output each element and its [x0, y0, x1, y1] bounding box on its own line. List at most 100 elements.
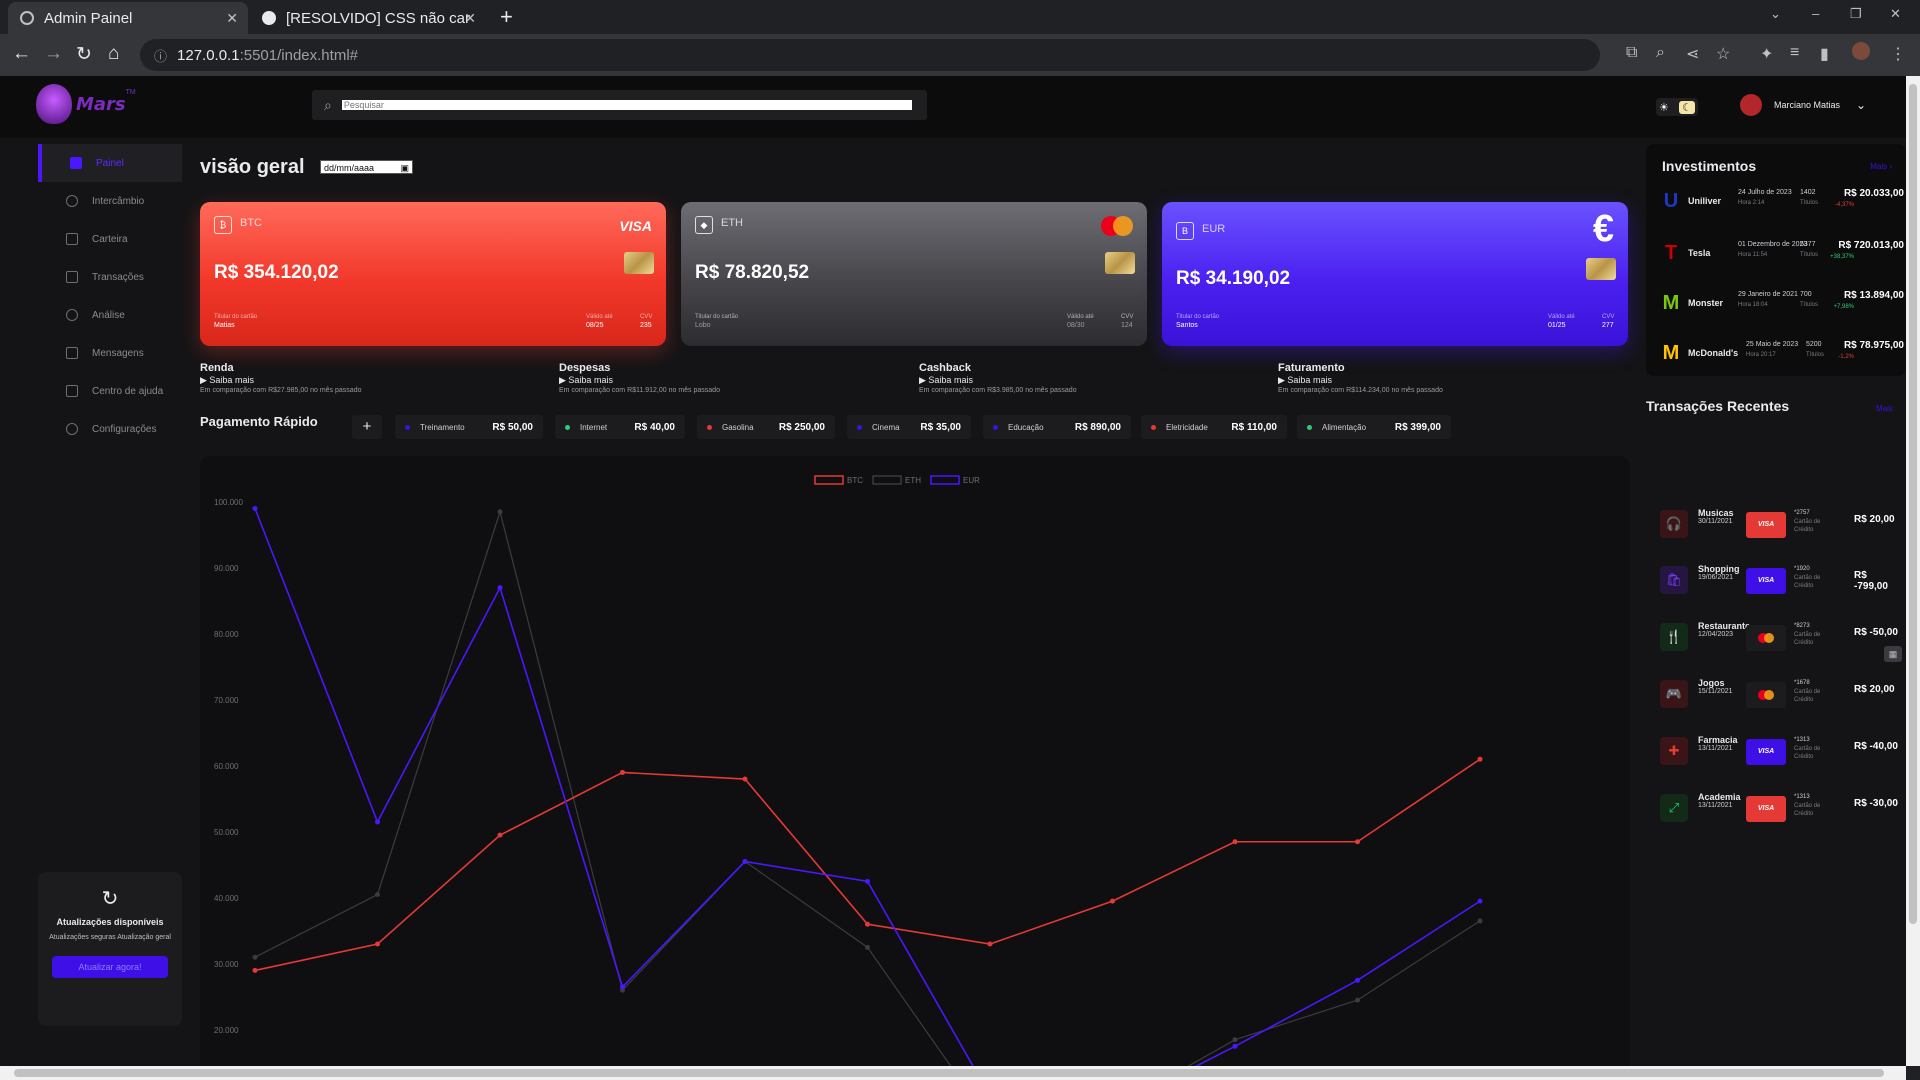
- transaction-row[interactable]: ⤢ Academia 13/11/2021 VISA *1313 Cartão de Cr…: [1656, 784, 1900, 830]
- sidebar-item-label: Configurações: [92, 423, 157, 435]
- home-icon[interactable]: ⌂: [108, 43, 119, 65]
- media-icon[interactable]: ≡: [1790, 44, 1799, 62]
- forward-icon[interactable]: →: [44, 43, 63, 65]
- investment-value: R$ 13.894,00: [1843, 290, 1904, 301]
- investment-date: 01 Dezembro de 2023: [1738, 241, 1808, 248]
- stat-title: Renda: [200, 362, 234, 374]
- transactions-more-link[interactable]: Mais: [1876, 404, 1893, 413]
- zoom-icon[interactable]: ⌕: [1656, 44, 1665, 62]
- scrollbar-thumb[interactable]: [14, 1069, 1884, 1077]
- investment-qty-label: Títulos: [1800, 302, 1819, 308]
- image-icon[interactable]: ▦: [1884, 646, 1902, 662]
- sidebar-item-mensagens[interactable]: Mensagens: [38, 334, 182, 372]
- quick-pay-item[interactable]: Cinema R$ 35,00: [847, 415, 971, 439]
- sidepanel-icon[interactable]: ▮: [1820, 44, 1829, 64]
- investment-qty-label: Títulos: [1806, 352, 1825, 358]
- data-point-eth: [375, 892, 380, 898]
- scrollbar-thumb[interactable]: [1909, 84, 1917, 924]
- investment-row[interactable]: M McDonald's 25 Maio de 2023 Hora 20:17 …: [1660, 336, 1904, 376]
- sidebar-item-analise[interactable]: Análise: [38, 296, 182, 334]
- transaction-row[interactable]: 🎧 Musicas 30/11/2021 VISA *2757 Cartão de Cré…: [1656, 500, 1900, 546]
- minimize-icon[interactable]: –: [1812, 6, 1819, 21]
- transaction-row[interactable]: 🛍 Shopping 19/06/2021 VISA *1920 Cartão de Cr…: [1656, 556, 1900, 602]
- dot-icon: [707, 424, 712, 430]
- transaction-value: R$ 20,00: [1854, 514, 1895, 525]
- vertical-scrollbar[interactable]: [1906, 76, 1920, 1066]
- page-title: visão geral: [200, 156, 305, 178]
- user-menu[interactable]: Marciano Matias ⌄: [1740, 94, 1866, 116]
- quick-pay-item[interactable]: Alimentação R$ 399,00: [1297, 415, 1451, 439]
- quick-pay-label: Educação: [1008, 422, 1044, 432]
- cvv-label: CVV: [640, 314, 653, 320]
- reload-icon[interactable]: ↻: [76, 43, 92, 66]
- quick-pay-item[interactable]: Treinamento R$ 50,00: [395, 415, 543, 439]
- search-input[interactable]: [341, 100, 912, 110]
- transaction-value: R$ 20,00: [1854, 684, 1895, 695]
- investment-qty-label: Títulos: [1800, 200, 1819, 206]
- quick-pay-item[interactable]: Internet R$ 40,00: [555, 415, 685, 439]
- update-now-button[interactable]: Atualizar agora!: [52, 956, 168, 978]
- investment-hour: Hora 11:54: [1738, 252, 1768, 258]
- mars-logo[interactable]: Mars TM: [36, 84, 136, 124]
- investments-more-link[interactable]: Mais ›: [1870, 162, 1892, 171]
- restore-icon[interactable]: ❐: [1850, 6, 1862, 22]
- sidebar-item-carteira[interactable]: Carteira: [38, 220, 182, 258]
- date-input[interactable]: dd/mm/aaaa ▣: [320, 160, 413, 174]
- stat-more-link[interactable]: ▶ Saiba mais: [559, 375, 899, 386]
- new-tab-button[interactable]: +: [500, 4, 513, 30]
- sidebar-item-configuracoes[interactable]: Configurações: [38, 410, 182, 448]
- sidebar-item-transacoes[interactable]: Transações: [38, 258, 182, 296]
- address-bar[interactable]: ⓘ 127.0.0.1:5501/index.html#: [140, 39, 1600, 71]
- sidebar-item-intercambio[interactable]: Intercâmbio: [38, 182, 182, 220]
- extensions-icon[interactable]: ✦: [1760, 44, 1773, 64]
- tab-title: Admin Painel: [44, 9, 133, 27]
- add-quick-pay-button[interactable]: +: [352, 415, 382, 439]
- back-icon[interactable]: ←: [12, 43, 31, 65]
- browser-toolbar: ← → ↻ ⌂ ⓘ 127.0.0.1:5501/index.html# ⧉ ⌕…: [0, 34, 1920, 76]
- quick-pay-value: R$ 890,00: [1074, 421, 1121, 433]
- tab-resolvido[interactable]: [RESOLVIDO] CSS não car ✕: [250, 2, 486, 34]
- sun-icon: ☀: [1659, 101, 1669, 114]
- data-point-eth: [497, 509, 503, 515]
- stat-more-link[interactable]: ▶ Saiba mais: [919, 375, 1259, 386]
- quick-pay-item[interactable]: Eletricidade R$ 110,00: [1141, 415, 1287, 439]
- mcdonalds-logo: M: [1662, 342, 1680, 364]
- horizontal-scrollbar[interactable]: [0, 1066, 1906, 1080]
- transaction-row[interactable]: 🎮 Jogos 15/11/2021 *1678 Cartão de Crédito R$…: [1656, 670, 1900, 716]
- sidebar-item-label: Painel: [96, 157, 124, 169]
- bookmark-star-icon[interactable]: ☆: [1716, 44, 1730, 64]
- card-number: *2757: [1794, 510, 1810, 516]
- tab-search-icon[interactable]: ⌄: [1770, 6, 1781, 22]
- quick-pay-item[interactable]: Educação R$ 890,00: [983, 415, 1131, 439]
- share-icon[interactable]: ⋖: [1686, 44, 1699, 64]
- sidebar-item-centro-de-ajuda[interactable]: Centro de ajuda: [38, 372, 182, 410]
- investment-row[interactable]: U Uniliver 24 Julho de 2023 Hora 2:14 14…: [1660, 184, 1904, 224]
- close-icon[interactable]: ✕: [226, 10, 238, 27]
- btc-card[interactable]: ₿ BTC VISA R$ 354.120,02 Titular do cart…: [200, 202, 666, 346]
- category-icon: ⤢: [1660, 794, 1688, 822]
- close-window-icon[interactable]: ✕: [1890, 6, 1901, 22]
- theme-toggle[interactable]: ☀ ☾: [1656, 98, 1698, 116]
- quick-pay-label: Alimentação: [1322, 422, 1367, 432]
- info-icon[interactable]: ⓘ: [154, 46, 167, 65]
- translate-icon[interactable]: ⧉: [1626, 44, 1637, 62]
- app-header: Mars TM ⌕ ☀ ☾ Marciano Matias ⌄: [0, 76, 1906, 138]
- profile-avatar[interactable]: [1852, 42, 1870, 60]
- dashboard-icon: [70, 157, 82, 169]
- menu-icon[interactable]: ⋮: [1890, 44, 1906, 64]
- eth-card[interactable]: ◆ ETH R$ 78.820,52 Titular do cartão Lob…: [681, 202, 1147, 346]
- investment-row[interactable]: M Monster 29 Janeiro de 2021 Hora 18:04 …: [1660, 286, 1904, 326]
- close-icon[interactable]: ✕: [464, 10, 476, 27]
- calendar-icon[interactable]: ▣: [400, 161, 409, 175]
- stat-more-link[interactable]: ▶ Saiba mais: [200, 375, 540, 386]
- category-icon: 🎮: [1660, 680, 1688, 708]
- investment-hour: Hora 18:04: [1738, 302, 1768, 308]
- sidebar-item-painel[interactable]: Painel: [38, 144, 182, 182]
- investment-row[interactable]: T Tesla 01 Dezembro de 2023 Hora 11:54 5…: [1660, 236, 1904, 276]
- transaction-row[interactable]: ✚ Farmacia 13/11/2021 VISA *1313 Cartão de Cr…: [1656, 727, 1900, 773]
- eur-card[interactable]: B EUR € R$ 34.190,02 Titular do cartão S…: [1162, 202, 1628, 346]
- quick-pay-item[interactable]: Gasolina R$ 250,00: [697, 415, 835, 439]
- stat-more-link[interactable]: ▶ Saiba mais: [1278, 375, 1618, 386]
- transaction-row[interactable]: 🍴 Restaurante 12/04/2023 *8273 Cartão de Cré…: [1656, 613, 1900, 659]
- tab-admin-painel[interactable]: Admin Painel ✕: [8, 2, 248, 34]
